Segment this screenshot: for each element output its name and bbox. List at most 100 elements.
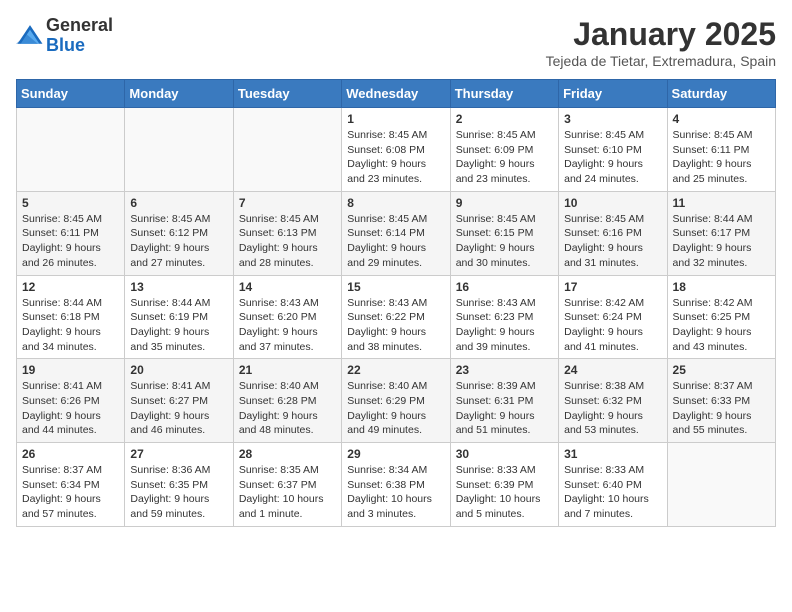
day-info: Sunrise: 8:45 AM Sunset: 6:10 PM Dayligh… [564,128,661,187]
day-number: 3 [564,112,661,126]
calendar-cell: 4 Sunrise: 8:45 AM Sunset: 6:11 PM Daylig… [667,108,775,192]
day-number: 25 [673,363,770,377]
day-number: 24 [564,363,661,377]
day-number: 2 [456,112,553,126]
day-info: Sunrise: 8:45 AM Sunset: 6:11 PM Dayligh… [22,212,119,271]
calendar-cell: 29 Sunrise: 8:34 AM Sunset: 6:38 PM Dayli… [342,443,450,527]
calendar-cell [667,443,775,527]
calendar-cell: 19 Sunrise: 8:41 AM Sunset: 6:26 PM Dayli… [17,359,125,443]
logo: General Blue [16,16,113,56]
day-info: Sunrise: 8:45 AM Sunset: 6:09 PM Dayligh… [456,128,553,187]
day-info: Sunrise: 8:35 AM Sunset: 6:37 PM Dayligh… [239,463,336,522]
day-number: 5 [22,196,119,210]
day-info: Sunrise: 8:33 AM Sunset: 6:39 PM Dayligh… [456,463,553,522]
calendar-cell: 3 Sunrise: 8:45 AM Sunset: 6:10 PM Daylig… [559,108,667,192]
calendar-cell: 7 Sunrise: 8:45 AM Sunset: 6:13 PM Daylig… [233,191,341,275]
title-block: January 2025 Tejeda de Tietar, Extremadu… [546,16,776,69]
day-number: 4 [673,112,770,126]
weekday-header-monday: Monday [125,80,233,108]
day-info: Sunrise: 8:42 AM Sunset: 6:25 PM Dayligh… [673,296,770,355]
day-number: 22 [347,363,444,377]
day-number: 7 [239,196,336,210]
day-number: 18 [673,280,770,294]
day-number: 23 [456,363,553,377]
day-number: 30 [456,447,553,461]
calendar-cell [17,108,125,192]
day-info: Sunrise: 8:40 AM Sunset: 6:29 PM Dayligh… [347,379,444,438]
day-info: Sunrise: 8:45 AM Sunset: 6:16 PM Dayligh… [564,212,661,271]
calendar-week-row: 19 Sunrise: 8:41 AM Sunset: 6:26 PM Dayli… [17,359,776,443]
day-info: Sunrise: 8:45 AM Sunset: 6:13 PM Dayligh… [239,212,336,271]
calendar-cell: 11 Sunrise: 8:44 AM Sunset: 6:17 PM Dayli… [667,191,775,275]
weekday-header-tuesday: Tuesday [233,80,341,108]
calendar-week-row: 5 Sunrise: 8:45 AM Sunset: 6:11 PM Daylig… [17,191,776,275]
weekday-header-friday: Friday [559,80,667,108]
day-number: 6 [130,196,227,210]
calendar-cell: 14Sunrise: 8:43 AM Sunset: 6:20 PM Dayli… [233,275,341,359]
weekday-header-wednesday: Wednesday [342,80,450,108]
calendar-cell: 31Sunrise: 8:33 AM Sunset: 6:40 PM Dayli… [559,443,667,527]
day-info: Sunrise: 8:34 AM Sunset: 6:38 PM Dayligh… [347,463,444,522]
calendar-cell: 5 Sunrise: 8:45 AM Sunset: 6:11 PM Daylig… [17,191,125,275]
day-info: Sunrise: 8:44 AM Sunset: 6:19 PM Dayligh… [130,296,227,355]
day-number: 31 [564,447,661,461]
day-info: Sunrise: 8:39 AM Sunset: 6:31 PM Dayligh… [456,379,553,438]
day-info: Sunrise: 8:38 AM Sunset: 6:32 PM Dayligh… [564,379,661,438]
day-number: 21 [239,363,336,377]
calendar-cell: 17 Sunrise: 8:42 AM Sunset: 6:24 PM Dayli… [559,275,667,359]
day-info: Sunrise: 8:45 AM Sunset: 6:15 PM Dayligh… [456,212,553,271]
day-number: 12 [22,280,119,294]
day-number: 8 [347,196,444,210]
calendar-week-row: 1 Sunrise: 8:45 AM Sunset: 6:08 PM Daylig… [17,108,776,192]
calendar-week-row: 12 Sunrise: 8:44 AM Sunset: 6:18 PM Dayli… [17,275,776,359]
day-info: Sunrise: 8:43 AM Sunset: 6:23 PM Dayligh… [456,296,553,355]
calendar-cell: 6 Sunrise: 8:45 AM Sunset: 6:12 PM Daylig… [125,191,233,275]
calendar-cell: 10 Sunrise: 8:45 AM Sunset: 6:16 PM Dayli… [559,191,667,275]
calendar-cell [233,108,341,192]
day-info: Sunrise: 8:44 AM Sunset: 6:17 PM Dayligh… [673,212,770,271]
day-number: 11 [673,196,770,210]
day-info: Sunrise: 8:43 AM Sunset: 6:20 PM Dayligh… [239,296,336,355]
day-info: Sunrise: 8:45 AM Sunset: 6:11 PM Dayligh… [673,128,770,187]
calendar-cell [125,108,233,192]
calendar-cell: 24 Sunrise: 8:38 AM Sunset: 6:32 PM Dayli… [559,359,667,443]
calendar-cell: 23 Sunrise: 8:39 AM Sunset: 6:31 PM Dayli… [450,359,558,443]
calendar-cell: 15Sunrise: 8:43 AM Sunset: 6:22 PM Dayli… [342,275,450,359]
weekday-header-sunday: Sunday [17,80,125,108]
day-number: 10 [564,196,661,210]
day-info: Sunrise: 8:37 AM Sunset: 6:33 PM Dayligh… [673,379,770,438]
calendar-cell: 22 Sunrise: 8:40 AM Sunset: 6:29 PM Dayli… [342,359,450,443]
weekday-header-thursday: Thursday [450,80,558,108]
calendar-cell: 20Sunrise: 8:41 AM Sunset: 6:27 PM Dayli… [125,359,233,443]
day-number: 1 [347,112,444,126]
calendar-cell: 25 Sunrise: 8:37 AM Sunset: 6:33 PM Dayli… [667,359,775,443]
day-info: Sunrise: 8:45 AM Sunset: 6:12 PM Dayligh… [130,212,227,271]
day-number: 16 [456,280,553,294]
day-info: Sunrise: 8:45 AM Sunset: 6:08 PM Dayligh… [347,128,444,187]
calendar-title: January 2025 [546,16,776,53]
calendar-cell: 13Sunrise: 8:44 AM Sunset: 6:19 PM Dayli… [125,275,233,359]
day-info: Sunrise: 8:44 AM Sunset: 6:18 PM Dayligh… [22,296,119,355]
calendar-cell: 12 Sunrise: 8:44 AM Sunset: 6:18 PM Dayli… [17,275,125,359]
calendar-cell: 18 Sunrise: 8:42 AM Sunset: 6:25 PM Dayli… [667,275,775,359]
day-number: 19 [22,363,119,377]
calendar-cell: 27 Sunrise: 8:36 AM Sunset: 6:35 PM Dayli… [125,443,233,527]
day-number: 29 [347,447,444,461]
page-header: General Blue January 2025 Tejeda de Tiet… [16,16,776,69]
day-info: Sunrise: 8:36 AM Sunset: 6:35 PM Dayligh… [130,463,227,522]
day-number: 26 [22,447,119,461]
weekday-header-saturday: Saturday [667,80,775,108]
calendar-cell: 30 Sunrise: 8:33 AM Sunset: 6:39 PM Dayli… [450,443,558,527]
calendar-table: SundayMondayTuesdayWednesdayThursdayFrid… [16,79,776,527]
day-number: 15 [347,280,444,294]
day-info: Sunrise: 8:45 AM Sunset: 6:14 PM Dayligh… [347,212,444,271]
day-info: Sunrise: 8:41 AM Sunset: 6:26 PM Dayligh… [22,379,119,438]
day-number: 28 [239,447,336,461]
day-info: Sunrise: 8:40 AM Sunset: 6:28 PM Dayligh… [239,379,336,438]
calendar-subtitle: Tejeda de Tietar, Extremadura, Spain [546,53,776,69]
day-info: Sunrise: 8:42 AM Sunset: 6:24 PM Dayligh… [564,296,661,355]
day-number: 17 [564,280,661,294]
calendar-cell: 9Sunrise: 8:45 AM Sunset: 6:15 PM Daylig… [450,191,558,275]
calendar-cell: 2 Sunrise: 8:45 AM Sunset: 6:09 PM Daylig… [450,108,558,192]
day-number: 27 [130,447,227,461]
